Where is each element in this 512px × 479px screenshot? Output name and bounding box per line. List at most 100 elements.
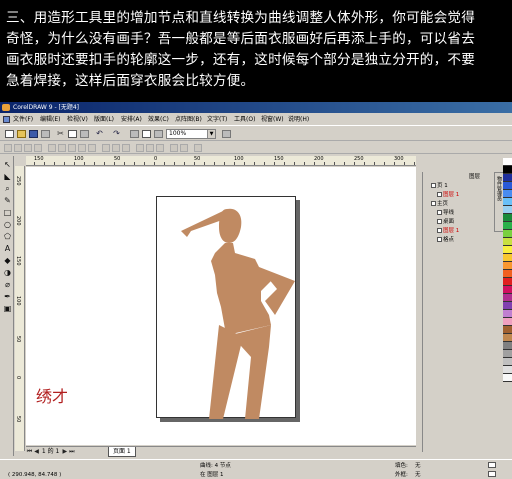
- outline-pen-icon[interactable]: ✒: [3, 292, 12, 301]
- menu-layout[interactable]: 版面(L): [94, 115, 114, 124]
- menu-text[interactable]: 文字(T): [207, 115, 227, 124]
- color-swatch[interactable]: [503, 358, 512, 366]
- color-swatch[interactable]: [503, 334, 512, 342]
- print-icon[interactable]: [41, 130, 50, 138]
- extract-subpath-icon[interactable]: [122, 144, 130, 152]
- chevron-down-icon[interactable]: ▼: [207, 130, 215, 138]
- undo-icon[interactable]: ↶: [95, 130, 104, 138]
- stretch-nodes-icon[interactable]: [136, 144, 144, 152]
- symmetric-node-icon[interactable]: [88, 144, 96, 152]
- color-swatch[interactable]: [503, 286, 512, 294]
- smooth-node-icon[interactable]: [78, 144, 86, 152]
- export-icon[interactable]: [142, 130, 151, 138]
- menu-bitmaps[interactable]: 点阵图(B): [175, 115, 202, 124]
- color-swatch[interactable]: [503, 190, 512, 198]
- redo-icon[interactable]: ↷: [112, 130, 121, 138]
- interactive-fill-icon[interactable]: ◆: [3, 256, 12, 265]
- to-curve-icon[interactable]: [58, 144, 66, 152]
- ellipse-tool-icon[interactable]: ○: [3, 220, 12, 229]
- document-icon[interactable]: [3, 116, 10, 123]
- color-swatch[interactable]: [503, 374, 512, 382]
- rectangle-tool-icon[interactable]: □: [3, 208, 12, 217]
- break-curve-icon[interactable]: [34, 144, 42, 152]
- eyedropper-icon[interactable]: ⌀: [3, 280, 12, 289]
- color-swatch[interactable]: [503, 206, 512, 214]
- color-swatch[interactable]: [503, 246, 512, 254]
- cut-icon[interactable]: ✂: [56, 130, 65, 138]
- menu-help[interactable]: 说明(H): [288, 115, 309, 124]
- menu-file[interactable]: 文件(F): [13, 115, 33, 124]
- drawing-canvas[interactable]: 绣才: [26, 167, 416, 445]
- menu-edit[interactable]: 编辑(E): [40, 115, 60, 124]
- next-page-icon[interactable]: ▶: [61, 447, 68, 457]
- pick-tool-icon[interactable]: ↖: [3, 160, 12, 169]
- layer-row[interactable]: 页 1: [425, 182, 493, 191]
- layer-row[interactable]: 图层 1: [425, 191, 493, 200]
- color-swatch[interactable]: [503, 158, 512, 166]
- color-swatch[interactable]: [503, 310, 512, 318]
- color-swatch[interactable]: [503, 238, 512, 246]
- copy-icon[interactable]: [68, 130, 77, 138]
- to-line-icon[interactable]: [48, 144, 56, 152]
- last-page-icon[interactable]: ⏭: [68, 447, 75, 457]
- layer-row[interactable]: 图层 1: [425, 227, 493, 236]
- color-swatch[interactable]: [503, 326, 512, 334]
- color-swatch[interactable]: [503, 294, 512, 302]
- zoom-select[interactable]: 100% ▼: [166, 129, 216, 139]
- reverse-direction-icon[interactable]: [102, 144, 110, 152]
- menu-window[interactable]: 视窗(W): [261, 115, 284, 124]
- menu-arrange[interactable]: 安排(A): [121, 115, 142, 124]
- import-icon[interactable]: [130, 130, 139, 138]
- color-swatch[interactable]: [503, 350, 512, 358]
- layer-row[interactable]: 桌面: [425, 218, 493, 227]
- select-all-nodes-icon[interactable]: [180, 144, 188, 152]
- new-file-icon[interactable]: [5, 130, 14, 138]
- rotate-nodes-icon[interactable]: [146, 144, 154, 152]
- align-nodes-icon[interactable]: [156, 144, 164, 152]
- first-page-icon[interactable]: ⏮: [26, 447, 33, 457]
- horizontal-scrollbar[interactable]: ⏮ ◀ 1 的 1 ▶ ⏭ 页面 1: [26, 446, 416, 457]
- blend-tool-icon[interactable]: ◑: [3, 268, 12, 277]
- app-launcher-icon[interactable]: [154, 130, 163, 138]
- layer-row[interactable]: 格点: [425, 236, 493, 245]
- color-swatch[interactable]: [503, 262, 512, 270]
- shape-tool-icon[interactable]: ◣: [3, 172, 12, 181]
- menu-tools[interactable]: 工具(O): [234, 115, 255, 124]
- color-swatch[interactable]: [503, 214, 512, 222]
- color-swatch[interactable]: [503, 166, 512, 174]
- text-tool-icon[interactable]: A: [3, 244, 12, 253]
- color-swatch[interactable]: [503, 318, 512, 326]
- freehand-tool-icon[interactable]: ✎: [3, 196, 12, 205]
- menu-view[interactable]: 检视(V): [67, 115, 88, 124]
- color-swatch[interactable]: [503, 222, 512, 230]
- open-folder-icon[interactable]: [17, 130, 26, 138]
- join-nodes-icon[interactable]: [24, 144, 32, 152]
- layer-row[interactable]: 主页: [425, 200, 493, 209]
- delete-node-icon[interactable]: [14, 144, 22, 152]
- layer-row[interactable]: 导线: [425, 209, 493, 218]
- color-swatch[interactable]: [503, 342, 512, 350]
- color-swatch[interactable]: [503, 366, 512, 374]
- zoom-tool-icon[interactable]: [222, 130, 231, 138]
- color-swatch[interactable]: [503, 278, 512, 286]
- color-swatch[interactable]: [503, 254, 512, 262]
- color-swatch[interactable]: [503, 302, 512, 310]
- fill-bucket-icon[interactable]: ▣: [3, 304, 12, 313]
- human-figure-drawing[interactable]: [157, 197, 297, 419]
- prev-page-icon[interactable]: ◀: [33, 447, 40, 457]
- cusp-node-icon[interactable]: [68, 144, 76, 152]
- polygon-tool-icon[interactable]: ⬠: [3, 232, 12, 241]
- add-node-icon[interactable]: [4, 144, 12, 152]
- page-tab[interactable]: 页面 1: [108, 447, 136, 457]
- color-swatch[interactable]: [503, 182, 512, 190]
- color-swatch[interactable]: [503, 174, 512, 182]
- extend-curve-icon[interactable]: [112, 144, 120, 152]
- zoom-tool-icon[interactable]: ⌕: [3, 184, 12, 193]
- color-swatch[interactable]: [503, 198, 512, 206]
- menu-effects[interactable]: 效果(C): [148, 115, 169, 124]
- auto-reduce-icon[interactable]: [194, 144, 202, 152]
- color-swatch[interactable]: [503, 230, 512, 238]
- paste-icon[interactable]: [80, 130, 89, 138]
- save-icon[interactable]: [29, 130, 38, 138]
- elastic-mode-icon[interactable]: [170, 144, 178, 152]
